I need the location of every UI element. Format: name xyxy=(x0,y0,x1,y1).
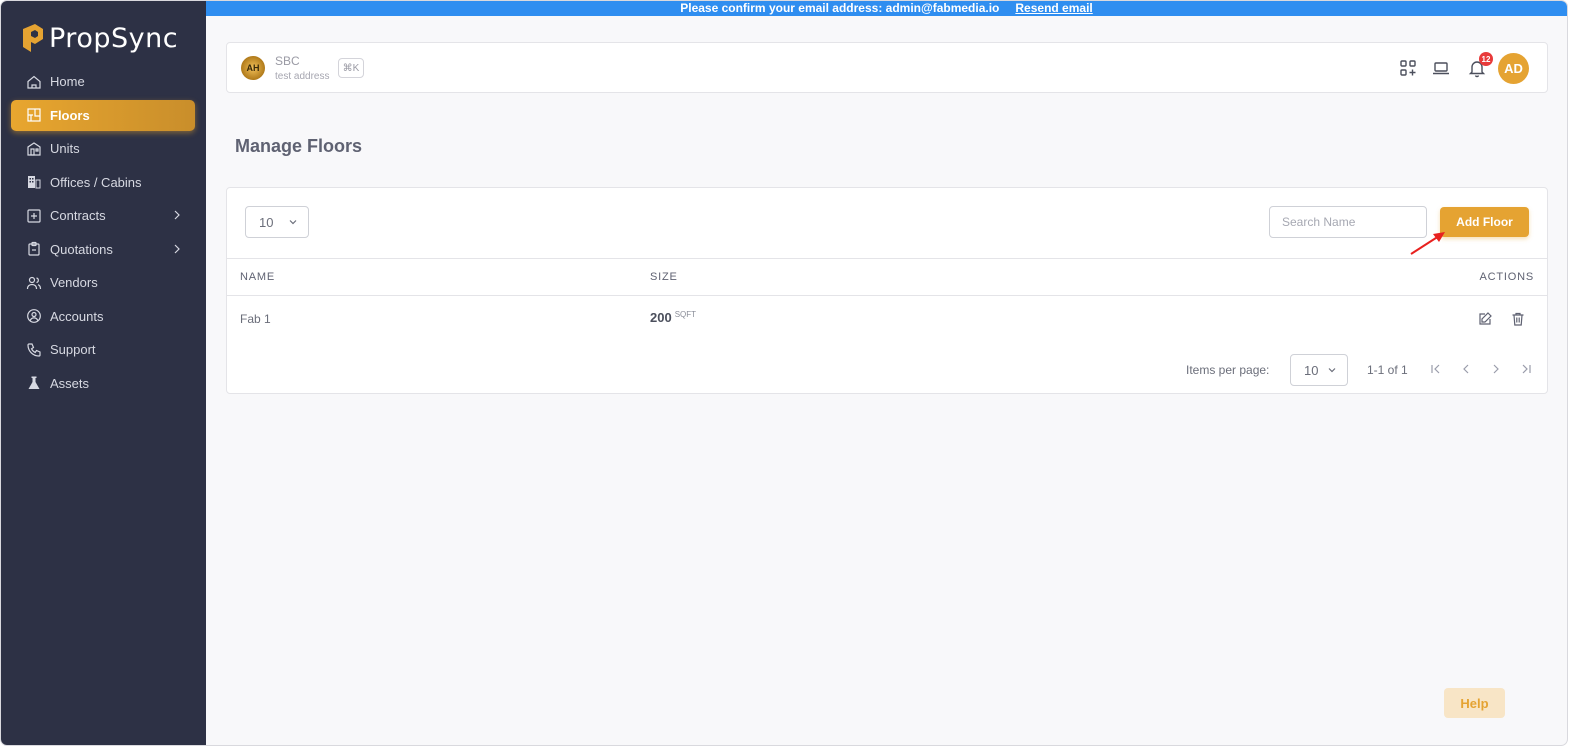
chevron-down-icon xyxy=(1328,368,1336,373)
sidebar-item-quotations[interactable]: Quotations xyxy=(11,234,195,265)
home-icon xyxy=(27,75,41,89)
sidebar-item-label: Assets xyxy=(50,375,90,391)
sidebar-item-vendors[interactable]: Vendors xyxy=(11,267,195,298)
sidebar-item-assets[interactable]: Assets xyxy=(11,368,195,399)
notification-count-badge: 12 xyxy=(1479,52,1493,66)
resend-email-link[interactable]: Resend email xyxy=(1015,1,1092,16)
chevron-right-icon xyxy=(174,210,180,220)
banner-message: Please confirm your email address: admin… xyxy=(680,1,1000,15)
sidebar-item-label: Vendors xyxy=(50,275,98,290)
floor-name-cell: Fab 1 xyxy=(240,312,271,326)
floor-size-value: 200 xyxy=(650,310,672,325)
items-per-page-label: Items per page: xyxy=(1186,363,1270,377)
company-logo[interactable]: AH xyxy=(241,56,265,80)
clipboard-icon xyxy=(28,241,40,256)
app-window: PropSync Home Floors Units Offices / Cab… xyxy=(1,1,1567,745)
annotation-arrow-icon xyxy=(1410,232,1445,255)
floor-size-cell: 200 SQFT xyxy=(650,310,696,325)
flask-icon xyxy=(28,376,40,389)
next-page-icon[interactable] xyxy=(1489,362,1503,376)
units-icon xyxy=(27,141,41,156)
pagination-range: 1-1 of 1 xyxy=(1367,363,1408,377)
first-page-icon[interactable] xyxy=(1429,362,1443,376)
command-shortcut-badge[interactable]: ⌘K xyxy=(338,58,364,78)
page-title: Manage Floors xyxy=(235,136,363,156)
phone-icon xyxy=(27,342,41,357)
column-header-size[interactable]: SIZE xyxy=(650,271,678,283)
items-per-page-value: 10 xyxy=(1304,362,1319,378)
sidebar-item-units[interactable]: Units xyxy=(11,133,195,164)
brand-name: PropSync xyxy=(49,22,179,54)
email-confirm-banner: Please confirm your email address: admin… xyxy=(206,1,1567,16)
sidebar-item-label: Support xyxy=(50,342,96,357)
sidebar-item-label: Floors xyxy=(50,107,90,123)
page-size-value: 10 xyxy=(259,214,274,230)
sidebar-item-label: Home xyxy=(50,74,85,89)
items-per-page-select[interactable]: 10 xyxy=(1290,354,1348,386)
table-header: NAME SIZE ACTIONS xyxy=(227,258,1547,296)
sidebar-item-floors[interactable]: Floors xyxy=(11,99,195,131)
sidebar-item-home[interactable]: Home xyxy=(11,66,195,97)
delete-icon[interactable] xyxy=(1510,311,1526,327)
column-header-name[interactable]: NAME xyxy=(240,271,275,283)
floor-plan-icon xyxy=(27,108,41,122)
sidebar-item-contracts[interactable]: Contracts xyxy=(11,200,195,231)
company-address: test address xyxy=(275,71,330,82)
column-header-actions: ACTIONS xyxy=(1479,271,1534,283)
floors-table-card: 10 Add Floor NAME SIZE ACTIONS Fab 1 200… xyxy=(226,187,1548,394)
contract-icon xyxy=(27,208,41,223)
edit-icon[interactable] xyxy=(1477,311,1493,327)
sidebar: PropSync Home Floors Units Offices / Cab… xyxy=(1,1,206,745)
help-button[interactable]: Help xyxy=(1444,688,1505,718)
add-floor-button[interactable]: Add Floor xyxy=(1440,207,1529,237)
sidebar-item-offices-cabins[interactable]: Offices / Cabins xyxy=(11,167,195,198)
sidebar-item-label: Quotations xyxy=(50,241,113,257)
previous-page-icon[interactable] xyxy=(1459,362,1473,376)
page-size-select[interactable]: 10 xyxy=(245,206,309,238)
chevron-right-icon xyxy=(174,244,180,253)
sidebar-item-accounts[interactable]: Accounts xyxy=(11,301,195,332)
brand-logo[interactable]: PropSync xyxy=(21,21,178,55)
account-icon xyxy=(27,309,41,323)
company-name[interactable]: SBC xyxy=(275,54,300,68)
users-icon xyxy=(26,276,42,289)
floor-size-unit: SQFT xyxy=(674,310,697,319)
last-page-icon[interactable] xyxy=(1519,362,1533,376)
building-icon xyxy=(28,176,41,189)
user-avatar[interactable]: AD xyxy=(1498,53,1529,84)
apps-add-icon[interactable] xyxy=(1398,58,1418,78)
chevron-down-icon xyxy=(289,220,297,225)
sidebar-nav: Home Floors Units Offices / Cabins Contr… xyxy=(11,66,195,401)
top-header: AH SBC test address ⌘K 12 AD xyxy=(226,42,1548,93)
sidebar-item-label: Accounts xyxy=(50,308,104,324)
table-row: Fab 1 200 SQFT xyxy=(227,296,1547,342)
sidebar-item-support[interactable]: Support xyxy=(11,334,195,365)
sidebar-item-label: Contracts xyxy=(50,208,106,223)
sidebar-item-label: Units xyxy=(50,141,80,156)
propsync-logo-icon xyxy=(23,24,43,52)
laptop-icon[interactable] xyxy=(1431,58,1451,78)
sidebar-item-label: Offices / Cabins xyxy=(50,174,142,190)
search-name-input[interactable] xyxy=(1269,206,1427,238)
